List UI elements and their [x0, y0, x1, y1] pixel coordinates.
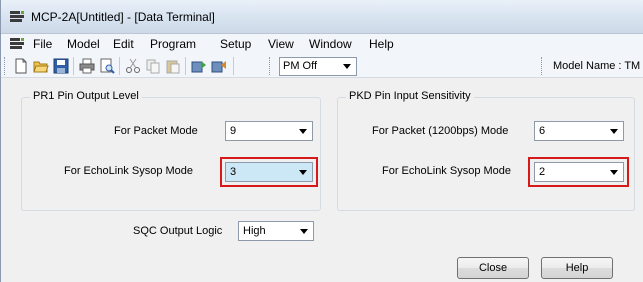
menu-setup[interactable]: Setup — [220, 37, 251, 51]
menu-model[interactable]: Model — [67, 37, 100, 51]
model-name-label: Model Name : TM — [553, 60, 641, 72]
pr1-echolink-value: 3 — [230, 166, 237, 178]
pr1-echolink-select[interactable]: 3 — [225, 162, 313, 182]
pkd-packet-select[interactable]: 6 — [534, 121, 624, 141]
toolbar-grip[interactable] — [4, 57, 7, 75]
pm-select-value: PM Off — [283, 60, 318, 72]
print-preview-icon[interactable] — [99, 58, 115, 74]
chevron-down-icon — [300, 229, 308, 234]
toolbar-separator — [233, 57, 234, 75]
new-icon[interactable] — [13, 58, 29, 74]
toolbar-grip[interactable] — [541, 57, 544, 75]
chevron-down-icon — [610, 170, 618, 175]
pr1-group: PR1 Pin Output Level — [21, 90, 321, 211]
open-icon[interactable] — [33, 58, 49, 74]
cut-icon[interactable] — [125, 58, 141, 74]
chevron-down-icon — [299, 170, 307, 175]
help-button[interactable]: Help — [541, 257, 613, 279]
copy-icon[interactable] — [145, 58, 161, 74]
save-icon[interactable] — [53, 58, 69, 74]
pkd-echolink-label: For EchoLink Sysop Mode — [382, 165, 512, 177]
read-radio-icon[interactable] — [191, 58, 207, 74]
pr1-packet-value: 9 — [230, 125, 237, 137]
menu-program[interactable]: Program — [150, 37, 196, 51]
pkd-packet-value: 6 — [539, 125, 546, 137]
app-icon — [10, 11, 24, 22]
window-title: MCP-2A[Untitled] - [Data Terminal] — [31, 10, 215, 24]
pr1-packet-select[interactable]: 9 — [225, 121, 313, 141]
data-terminal-window: MCP-2A[Untitled] - [Data Terminal] File … — [0, 0, 643, 282]
paste-icon[interactable] — [165, 58, 181, 74]
chevron-down-icon — [299, 129, 307, 134]
document-menu-icon[interactable] — [9, 37, 25, 51]
toolbar-separator — [185, 57, 186, 75]
menu-window[interactable]: Window — [309, 37, 352, 51]
toolbar: PM Off Model Name : TM — [1, 54, 643, 78]
pr1-packet-label: For Packet Mode — [114, 125, 198, 137]
settings-panel: PR1 Pin Output Level For Packet Mode 9 F… — [1, 79, 643, 282]
menu-help[interactable]: Help — [369, 37, 394, 51]
pkd-group: PKD Pin Input Sensitivity — [337, 90, 635, 211]
sqc-value: High — [243, 225, 266, 237]
sqc-select[interactable]: High — [238, 221, 314, 241]
print-icon[interactable] — [79, 58, 95, 74]
pkd-group-title: PKD Pin Input Sensitivity — [346, 90, 474, 102]
chevron-down-icon — [610, 129, 618, 134]
close-button[interactable]: Close — [457, 257, 529, 279]
menu-file[interactable]: File — [33, 37, 52, 51]
pkd-echolink-value: 2 — [539, 166, 546, 178]
pm-select[interactable]: PM Off — [279, 57, 357, 76]
write-radio-icon[interactable] — [211, 58, 227, 74]
menu-edit[interactable]: Edit — [113, 37, 134, 51]
chevron-down-icon — [343, 64, 351, 69]
sqc-label: SQC Output Logic — [133, 225, 223, 237]
pkd-packet-label: For Packet (1200bps) Mode — [372, 125, 509, 137]
toolbar-separator — [73, 57, 74, 75]
pr1-echolink-label: For EchoLink Sysop Mode — [64, 165, 194, 177]
pkd-echolink-select[interactable]: 2 — [534, 162, 624, 182]
pr1-group-title: PR1 Pin Output Level — [30, 90, 142, 102]
title-bar: MCP-2A[Untitled] - [Data Terminal] — [1, 0, 643, 34]
toolbar-separator — [119, 57, 120, 75]
menu-bar: File Model Edit Program Setup View Windo… — [1, 34, 643, 54]
toolbar-grip[interactable] — [269, 57, 272, 75]
menu-view[interactable]: View — [268, 37, 294, 51]
